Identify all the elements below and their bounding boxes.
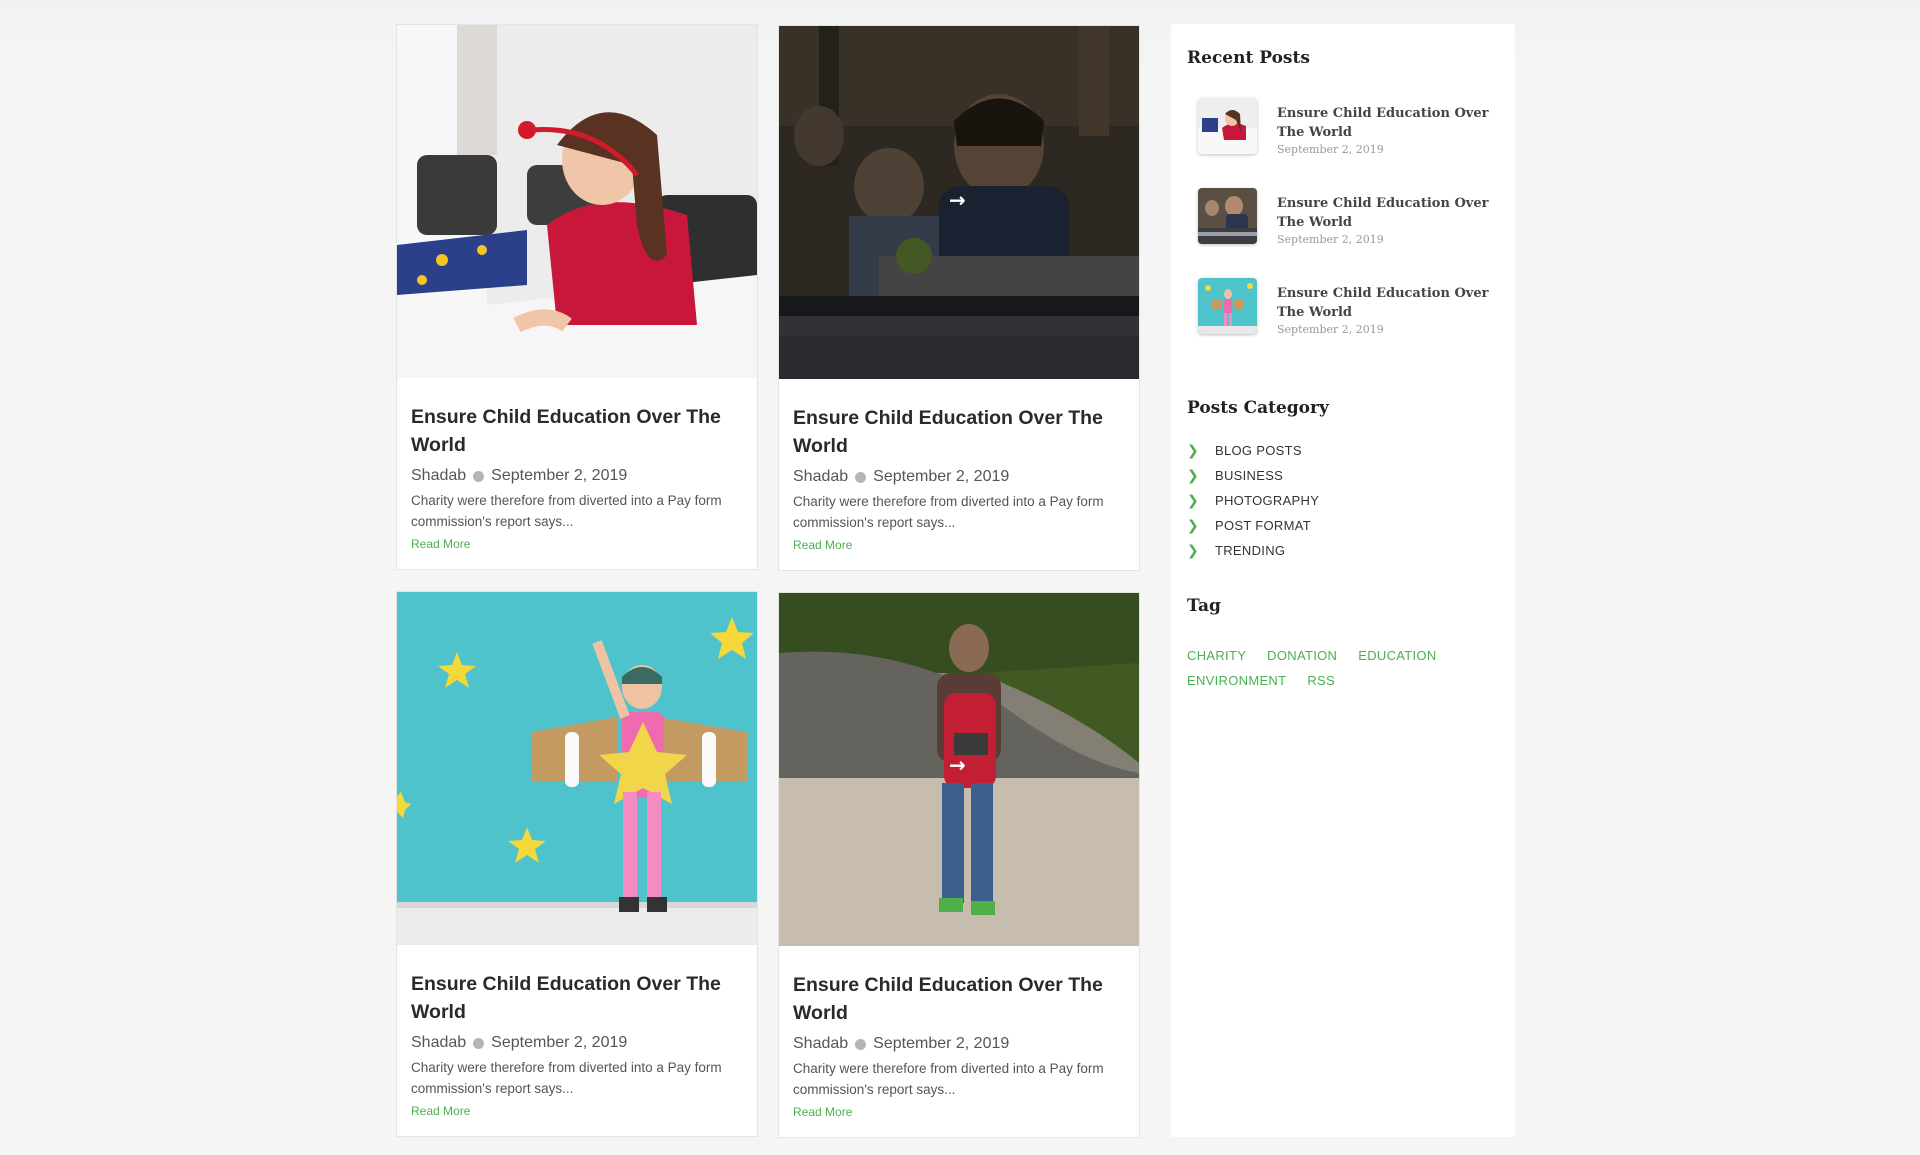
post-image-girl-pilot[interactable] (397, 592, 757, 945)
post-image-boy-backpack[interactable]: → (779, 593, 1139, 946)
read-more-link[interactable]: Read More (411, 1104, 470, 1118)
chevron-right-icon: ❯ (1187, 492, 1200, 509)
tag-link[interactable]: CHARITY (1187, 643, 1246, 668)
post-excerpt: Charity were therefore from diverted int… (793, 494, 1104, 530)
recent-post-date: September 2, 2019 (1277, 233, 1384, 246)
category-list: ❯ BLOG POSTS ❯ BUSINESS ❯ PHOTOGRAPHY ❯ POST… (1187, 438, 1507, 563)
post-date: September 2, 2019 (873, 468, 1010, 485)
post-excerpt: Charity were therefore from diverted int… (411, 1060, 722, 1096)
post-image-girl-writing[interactable] (397, 25, 757, 378)
recent-post-text: Ensure Child Education Over The World Se… (1277, 284, 1497, 337)
category-item[interactable]: ❯ TRENDING (1187, 538, 1507, 563)
post-meta: Shadab September 2, 2019 (793, 1034, 1125, 1054)
post-author[interactable]: Shadab (793, 468, 848, 486)
recent-post-text: Ensure Child Education Over The World Se… (1277, 104, 1497, 157)
post-date: September 2, 2019 (873, 1035, 1010, 1052)
post-date: September 2, 2019 (491, 467, 628, 484)
chevron-right-icon: ❯ (1187, 467, 1200, 484)
recent-posts-list: Ensure Child Education Over The World Se… (1171, 98, 1507, 368)
category-label[interactable]: BLOG POSTS (1215, 443, 1302, 458)
post-date: September 2, 2019 (491, 1034, 628, 1051)
post-card: → Ensure Child Education Over The World … (778, 592, 1140, 1138)
read-more-link[interactable]: Read More (793, 538, 852, 552)
dot-icon (473, 1037, 485, 1049)
category-item[interactable]: ❯ POST FORMAT (1187, 513, 1507, 538)
recent-post-item[interactable]: Ensure Child Education Over The World Se… (1171, 98, 1507, 188)
post-grid: Ensure Child Education Over The World Sh… (396, 24, 1141, 1138)
sidebar: Recent Posts Ensure Child Education Over… (1171, 24, 1515, 1137)
dot-icon (473, 470, 485, 482)
tag-link[interactable]: ENVIRONMENT (1187, 668, 1286, 693)
dot-icon (855, 1038, 867, 1050)
post-meta: Shadab September 2, 2019 (411, 1033, 743, 1053)
recent-post-item[interactable]: Ensure Child Education Over The World Se… (1171, 188, 1507, 278)
category-label[interactable]: TRENDING (1215, 543, 1285, 558)
tag-link[interactable]: DONATION (1267, 643, 1337, 668)
post-author[interactable]: Shadab (411, 467, 466, 485)
recent-post-text: Ensure Child Education Over The World Se… (1277, 194, 1497, 247)
chevron-right-icon: ❯ (1187, 517, 1200, 534)
recent-post-item[interactable]: Ensure Child Education Over The World Se… (1171, 278, 1507, 368)
read-more-link[interactable]: Read More (793, 1105, 852, 1119)
recent-post-date: September 2, 2019 (1277, 143, 1384, 156)
post-card: Ensure Child Education Over The World Sh… (396, 24, 758, 570)
dot-icon (855, 471, 867, 483)
tag-cloud: CHARITY DONATION EDUCATION ENVIRONMENT R… (1187, 643, 1487, 693)
category-label[interactable]: POST FORMAT (1215, 518, 1311, 533)
arrow-right-icon[interactable]: → (949, 753, 966, 777)
tag-link[interactable]: EDUCATION (1358, 643, 1436, 668)
recent-post-title[interactable]: Ensure Child Education Over The World (1277, 194, 1497, 232)
post-card: Ensure Child Education Over The World Sh… (396, 591, 758, 1137)
post-title[interactable]: Ensure Child Education Over The World (411, 970, 731, 1026)
post-image-boy-classroom[interactable]: → (779, 26, 1139, 379)
category-item[interactable]: ❯ BLOG POSTS (1187, 438, 1507, 463)
category-label[interactable]: BUSINESS (1215, 468, 1283, 483)
category-label[interactable]: PHOTOGRAPHY (1215, 493, 1319, 508)
tag-title: Tag (1187, 596, 1221, 616)
post-title[interactable]: Ensure Child Education Over The World (793, 404, 1113, 460)
posts-category-widget: Posts Category ❯ BLOG POSTS ❯ BUSINESS ❯ PH… (1187, 398, 1507, 563)
recent-posts-widget: Recent Posts Ensure Child Education Over… (1187, 48, 1507, 368)
recent-posts-title: Recent Posts (1187, 48, 1310, 68)
read-more-link[interactable]: Read More (411, 537, 470, 551)
chevron-right-icon: ❯ (1187, 542, 1200, 559)
arrow-right-icon[interactable]: → (949, 188, 966, 212)
post-meta: Shadab September 2, 2019 (411, 466, 743, 486)
post-excerpt: Charity were therefore from diverted int… (793, 1061, 1104, 1097)
post-author[interactable]: Shadab (411, 1034, 466, 1052)
post-card: → Ensure Child Education Over The World … (778, 25, 1140, 571)
post-meta: Shadab September 2, 2019 (793, 467, 1125, 487)
category-item[interactable]: ❯ BUSINESS (1187, 463, 1507, 488)
recent-post-thumb[interactable] (1198, 188, 1257, 244)
recent-post-thumb[interactable] (1198, 278, 1257, 334)
recent-post-date: September 2, 2019 (1277, 323, 1384, 336)
posts-category-title: Posts Category (1187, 398, 1329, 418)
post-title[interactable]: Ensure Child Education Over The World (793, 971, 1113, 1027)
recent-post-title[interactable]: Ensure Child Education Over The World (1277, 284, 1497, 322)
tag-widget: Tag CHARITY DONATION EDUCATION ENVIRONME… (1187, 596, 1507, 693)
post-author[interactable]: Shadab (793, 1035, 848, 1053)
post-excerpt: Charity were therefore from diverted int… (411, 493, 722, 529)
recent-post-title[interactable]: Ensure Child Education Over The World (1277, 104, 1497, 142)
tag-link[interactable]: RSS (1307, 668, 1335, 693)
category-item[interactable]: ❯ PHOTOGRAPHY (1187, 488, 1507, 513)
chevron-right-icon: ❯ (1187, 442, 1200, 459)
post-title[interactable]: Ensure Child Education Over The World (411, 403, 731, 459)
recent-post-thumb[interactable] (1198, 98, 1257, 154)
